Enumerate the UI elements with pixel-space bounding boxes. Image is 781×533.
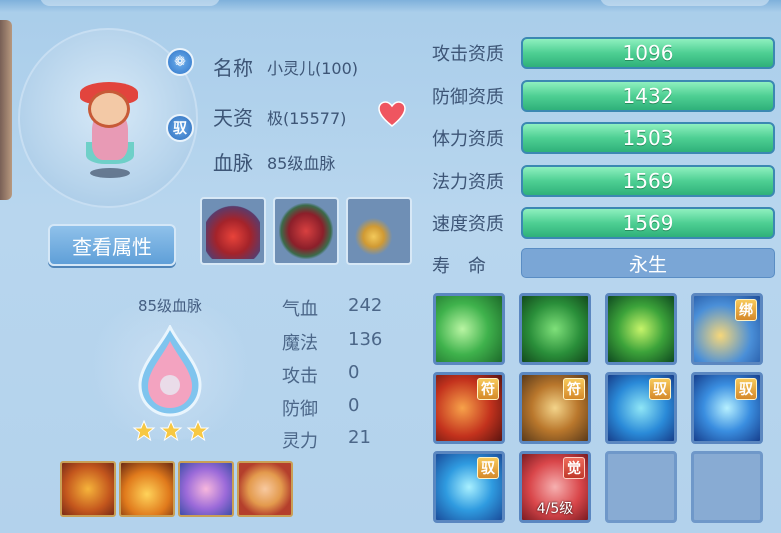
skill-tag-awaken: 觉 bbox=[563, 457, 585, 479]
talent-label: 天资 bbox=[213, 106, 253, 130]
stat-atk-label: 攻击 bbox=[282, 366, 318, 387]
stat-hp-label: 气血 bbox=[282, 299, 318, 320]
warrior-skill-icon[interactable]: 驭 bbox=[691, 372, 763, 444]
stat-spirit-label: 灵力 bbox=[282, 431, 318, 452]
awaken-skill-level: 4/5级 bbox=[536, 501, 574, 517]
lineage-title: 85级血脉 bbox=[137, 297, 203, 315]
skill-tag-talisman: 符 bbox=[563, 378, 585, 400]
equipment-slot-collar[interactable] bbox=[200, 197, 266, 265]
cross-skill-icon[interactable] bbox=[605, 293, 677, 365]
wings-skill-icon[interactable] bbox=[433, 293, 505, 365]
empty-skill-slot[interactable] bbox=[605, 451, 677, 523]
quality-speed-label: 速度资质 bbox=[432, 214, 504, 235]
lineage-skill-monkey-icon[interactable] bbox=[237, 461, 293, 517]
equipment-slot-necklace[interactable] bbox=[346, 197, 412, 265]
boot-skill-icon[interactable]: 符 bbox=[519, 372, 591, 444]
stat-def-value: 0 bbox=[348, 395, 360, 416]
lineage-value: 85级血脉 bbox=[267, 154, 336, 173]
stat-spirit-value: 21 bbox=[348, 427, 371, 448]
heart-icon[interactable] bbox=[378, 101, 406, 127]
horse-skill-icon[interactable] bbox=[519, 293, 591, 365]
quality-stamina-bar: 1503 bbox=[521, 122, 775, 154]
awaken-skill-icon[interactable]: 觉 4/5级 bbox=[519, 451, 591, 523]
talent-value: 极(15577) bbox=[267, 109, 347, 128]
skill-tag-yu: 驭 bbox=[649, 378, 671, 400]
lineage-skill-flame-icon[interactable] bbox=[119, 461, 175, 517]
quality-speed-bar: 1569 bbox=[521, 207, 775, 239]
quality-defense-label: 防御资质 bbox=[432, 87, 504, 108]
lineage-skill-golden-body-icon[interactable] bbox=[60, 461, 116, 517]
empty-skill-slot[interactable] bbox=[691, 451, 763, 523]
wolf-skill-icon[interactable]: 驭 bbox=[605, 372, 677, 444]
skill-tag-talisman: 符 bbox=[477, 378, 499, 400]
quality-magic-bar: 1569 bbox=[521, 165, 775, 197]
lineage-label: 血脉 bbox=[213, 151, 253, 175]
pet-portrait bbox=[62, 70, 152, 180]
stat-def-label: 防御 bbox=[282, 399, 318, 420]
stat-mp-value: 136 bbox=[348, 329, 383, 350]
quality-attack-label: 攻击资质 bbox=[432, 44, 504, 65]
quality-attack-bar: 1096 bbox=[521, 37, 775, 69]
name-value: 小灵儿(100) bbox=[267, 59, 359, 78]
stat-atk-value: 0 bbox=[348, 362, 360, 383]
left-window-edge bbox=[0, 20, 12, 200]
skill-tag-yu: 驭 bbox=[735, 378, 757, 400]
quality-defense-bar: 1432 bbox=[521, 80, 775, 112]
quality-stamina-label: 体力资质 bbox=[432, 129, 504, 150]
life-label: 寿 命 bbox=[432, 256, 486, 277]
life-value-bar: 永生 bbox=[521, 248, 775, 278]
quality-magic-label: 法力资质 bbox=[432, 172, 504, 193]
shield-skill-icon[interactable]: 驭 bbox=[433, 451, 505, 523]
golden-wave-skill-icon[interactable]: 绑 bbox=[691, 293, 763, 365]
top-frame bbox=[0, 0, 781, 12]
stat-hp-value: 242 bbox=[348, 295, 383, 316]
fire-swirl-skill-icon[interactable]: 符 bbox=[433, 372, 505, 444]
flame-element-icon[interactable]: ❁ bbox=[166, 48, 194, 76]
skill-tag-yu: 驭 bbox=[477, 457, 499, 479]
equipment-slot-armor[interactable] bbox=[273, 197, 339, 265]
view-attributes-button[interactable]: 查看属性 bbox=[48, 224, 176, 266]
lineage-stars bbox=[132, 419, 210, 442]
lineage-drop-icon[interactable] bbox=[136, 325, 204, 417]
skill-tag-bind: 绑 bbox=[735, 299, 757, 321]
yu-badge[interactable]: 驭 bbox=[166, 114, 194, 142]
lineage-skill-spirit-icon[interactable] bbox=[178, 461, 234, 517]
stat-mp-label: 魔法 bbox=[282, 333, 318, 354]
name-label: 名称 bbox=[213, 56, 253, 80]
